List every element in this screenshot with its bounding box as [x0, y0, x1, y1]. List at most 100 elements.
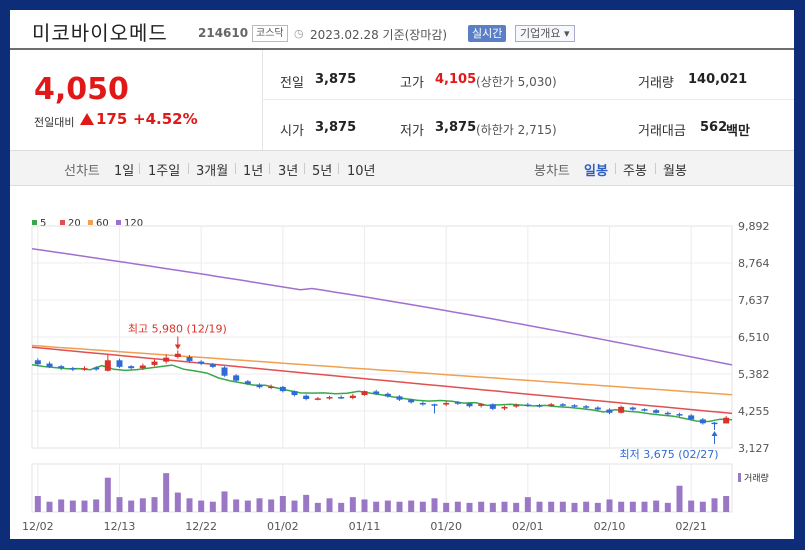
y-tick-label: 6,510 — [738, 331, 770, 344]
candle-body — [396, 396, 403, 400]
candle-body — [489, 404, 496, 409]
candle-body — [93, 367, 100, 370]
volume-bar — [489, 502, 496, 512]
volume-bar — [58, 499, 65, 512]
change-percent: +4.52% — [133, 110, 198, 128]
volume-bar — [711, 498, 718, 512]
tab-1week[interactable]: 1주일 — [148, 160, 180, 179]
volume-bar — [548, 501, 555, 512]
tab-separator — [139, 163, 140, 174]
tab-5year[interactable]: 5년 — [312, 160, 332, 179]
up-arrow-icon — [80, 113, 94, 125]
tab-3year[interactable]: 3년 — [278, 160, 298, 179]
volume-bar — [536, 501, 543, 512]
candle-body — [723, 417, 730, 424]
prev-close-label: 전일 — [280, 76, 304, 91]
candle-body — [349, 395, 356, 399]
candle-body — [291, 391, 298, 396]
tab-separator — [655, 163, 656, 174]
period-tabs: 선차트 1일 1주일 3개월 1년 3년 5년 10년 봉차트 일봉 주봉 월봉 — [10, 150, 794, 186]
legend-swatch — [116, 220, 121, 225]
upper-limit: (상한가 5,030) — [476, 75, 557, 89]
realtime-button[interactable]: 실시간 — [468, 25, 507, 42]
change-label: 전일대비 — [34, 116, 75, 129]
volume-bar — [373, 501, 380, 512]
candle-body — [443, 402, 450, 405]
candle-body — [373, 391, 380, 394]
candle-body — [676, 414, 683, 416]
tab-1day[interactable]: 1일 — [114, 160, 134, 179]
volume-bar — [454, 501, 461, 512]
tab-10year[interactable]: 10년 — [347, 160, 376, 179]
candle-body — [606, 409, 613, 413]
annotation-arrow-head — [174, 344, 181, 350]
candle-body — [478, 404, 485, 406]
lower-limit: (하한가 2,715) — [476, 123, 557, 137]
tab-separator — [304, 163, 305, 174]
y-tick-label: 3,127 — [738, 442, 770, 455]
company-overview-dropdown[interactable]: 기업개요 ▾ — [515, 25, 575, 42]
candle-body — [209, 364, 216, 367]
candle-body — [559, 404, 566, 406]
volume-bar — [583, 501, 590, 512]
tab-separator — [338, 163, 339, 174]
tab-3month[interactable]: 3개월 — [196, 160, 228, 179]
stock-chart-panel: 미코바이오메드 214610 코스닥 ◷ 2023.02.28 기준(장마감) … — [10, 10, 794, 539]
volume-legend-label: 거래량 — [744, 472, 769, 484]
x-tick-label: 01/02 — [267, 520, 299, 533]
header: 미코바이오메드 214610 코스닥 ◷ 2023.02.28 기준(장마감) … — [10, 10, 794, 48]
high-value: 4,105 — [435, 72, 477, 87]
volume-bar — [524, 497, 531, 512]
amount-unit: 백만 — [726, 124, 750, 139]
volume-bar — [478, 501, 485, 512]
x-tick-label: 12/13 — [104, 520, 136, 533]
x-tick-label: 02/21 — [675, 520, 707, 533]
volume-bar — [93, 499, 100, 512]
tab-monthly[interactable]: 월봉 — [663, 160, 687, 179]
y-tick-label: 8,764 — [738, 257, 770, 270]
prev-close-value: 3,875 — [315, 72, 357, 87]
legend-label: 20 — [68, 218, 81, 229]
tab-separator — [615, 163, 616, 174]
ma-line-120 — [31, 247, 733, 366]
legend-label: 120 — [124, 218, 143, 229]
candle-body — [139, 365, 146, 369]
candle-body — [116, 360, 123, 367]
candle-body — [594, 407, 601, 410]
open-label: 시가 — [280, 124, 304, 139]
tab-1year[interactable]: 1년 — [243, 160, 263, 179]
y-tick-label: 4,255 — [738, 405, 770, 418]
legend-label: 5 — [40, 218, 46, 229]
tab-daily[interactable]: 일봉 — [584, 160, 608, 179]
candle-body — [629, 407, 636, 410]
low-label: 저가 — [400, 124, 424, 139]
candle-body — [571, 405, 578, 407]
volume-bar — [419, 501, 426, 512]
tab-weekly[interactable]: 주봉 — [623, 160, 647, 179]
volume-value: 140,021 — [688, 72, 748, 87]
amount-label: 거래대금 — [638, 124, 686, 139]
divider — [262, 99, 794, 100]
tab-separator — [235, 163, 236, 174]
volume-frame — [31, 463, 733, 513]
x-tick-label: 12/22 — [185, 520, 217, 533]
candle-body — [198, 361, 205, 364]
y-tick-label: 7,637 — [738, 294, 770, 307]
volume-bar — [396, 501, 403, 512]
volume-label: 거래량 — [638, 76, 674, 91]
line-chart-label: 선차트 — [64, 164, 100, 179]
volume-bar — [291, 500, 298, 512]
volume-bar — [699, 501, 706, 512]
candle-body — [303, 395, 310, 400]
volume-bar — [163, 473, 170, 512]
volume-bar — [361, 499, 368, 512]
volume-bar — [128, 500, 135, 512]
y-tick-label: 5,382 — [738, 368, 770, 381]
candle-body — [163, 357, 170, 362]
volume-bar — [664, 502, 671, 512]
quote-date: 2023.02.28 기준(장마감) — [310, 28, 448, 42]
volume-bar — [594, 502, 601, 512]
candle-body — [361, 391, 368, 396]
candle-body — [256, 384, 263, 388]
amount-value: 562 — [700, 120, 728, 135]
